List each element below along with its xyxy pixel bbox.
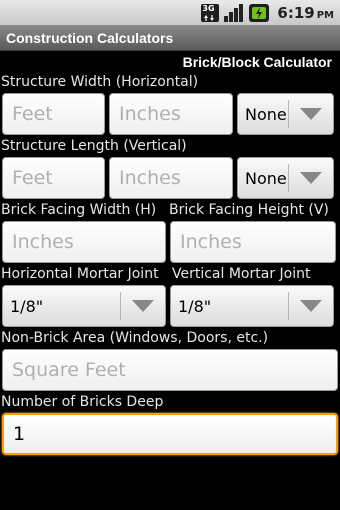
- clock-time: 6:19: [277, 3, 315, 22]
- structure-length-fraction-select[interactable]: None: [237, 157, 334, 199]
- structure-width-label: Structure Width (Horizontal): [1, 74, 199, 90]
- section-title: Brick/Block Calculator: [182, 54, 332, 70]
- structure-width-row: Feet Inches None: [0, 91, 340, 135]
- chevron-down-icon: [300, 300, 322, 312]
- chevron-down-icon: [300, 108, 322, 120]
- non-brick-area-label: Non-Brick Area (Windows, Doors, etc.): [1, 330, 269, 346]
- structure-width-fraction-value: None: [245, 104, 287, 124]
- structure-width-feet-input[interactable]: Feet: [2, 93, 105, 135]
- brick-facing-row: Inches Inches: [0, 219, 340, 263]
- network-label: 3G: [202, 3, 215, 13]
- brick-facing-height-label: Brick Facing Height (V): [169, 202, 329, 218]
- data-arrows-icon: [204, 14, 215, 21]
- brick-facing-width-label: Brick Facing Width (H): [1, 202, 157, 218]
- network-3g-icon: 3G: [201, 3, 220, 22]
- app-title-bar: Construction Calculators: [0, 25, 340, 51]
- brick-facing-height-input[interactable]: Inches: [170, 221, 336, 263]
- horizontal-mortar-joint-label: Horizontal Mortar Joint: [1, 266, 159, 282]
- battery-charging-icon: [249, 3, 270, 22]
- brick-facing-width-input[interactable]: Inches: [2, 221, 166, 263]
- structure-length-feet-input[interactable]: Feet: [2, 157, 105, 199]
- structure-length-label: Structure Length (Vertical): [1, 138, 187, 154]
- mortar-joint-labels: Horizontal Mortar Joint Vertical Mortar …: [0, 263, 340, 283]
- bricks-deep-label: Number of Bricks Deep: [1, 394, 164, 410]
- mortar-joint-row: 1/8" 1/8": [0, 283, 340, 327]
- chevron-down-icon: [132, 300, 154, 312]
- vertical-mortar-joint-label: Vertical Mortar Joint: [172, 266, 311, 282]
- bricks-deep-input[interactable]: 1: [2, 413, 338, 455]
- structure-length-row: Feet Inches None: [0, 155, 340, 199]
- structure-length-inches-input[interactable]: Inches: [109, 157, 233, 199]
- brick-facing-labels: Brick Facing Width (H) Brick Facing Heig…: [0, 199, 340, 219]
- non-brick-area-row: Square Feet: [0, 347, 340, 391]
- signal-strength-icon: [223, 3, 245, 22]
- structure-width-inches-input[interactable]: Inches: [109, 93, 233, 135]
- screen: 3G 6:19 PM Construction Calculators Brick…: [0, 0, 340, 510]
- status-bar: 3G 6:19 PM: [0, 0, 340, 25]
- bricks-deep-row: 1: [0, 411, 340, 455]
- clock: 6:19 PM: [277, 4, 334, 22]
- non-brick-area-input[interactable]: Square Feet: [2, 349, 338, 391]
- horizontal-mortar-joint-select[interactable]: 1/8": [2, 285, 166, 327]
- vertical-mortar-joint-value: 1/8": [178, 296, 212, 316]
- charging-bolt-icon: [256, 6, 263, 19]
- chevron-down-icon: [300, 172, 322, 184]
- app-title: Construction Calculators: [6, 29, 174, 46]
- structure-width-fraction-select[interactable]: None: [237, 93, 334, 135]
- vertical-mortar-joint-select[interactable]: 1/8": [170, 285, 334, 327]
- structure-length-fraction-value: None: [245, 168, 287, 188]
- clock-ampm: PM: [316, 9, 334, 21]
- horizontal-mortar-joint-value: 1/8": [10, 296, 44, 316]
